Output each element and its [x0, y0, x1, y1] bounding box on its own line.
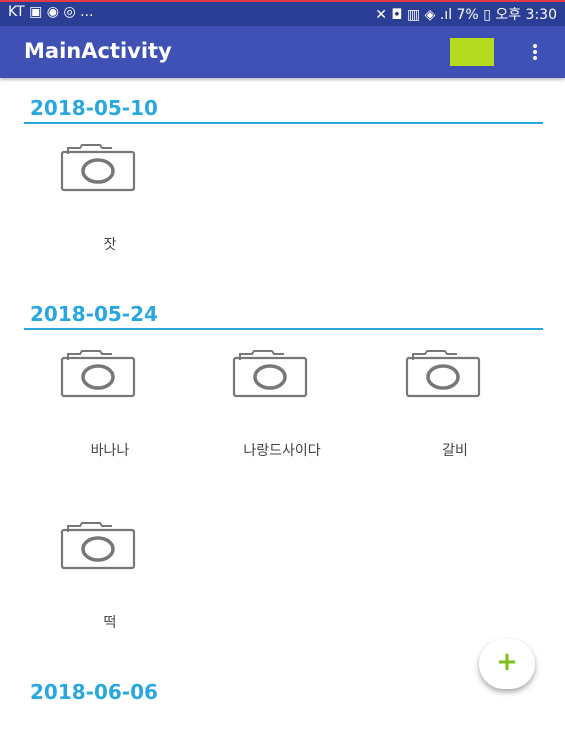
color-swatch[interactable]	[450, 38, 494, 66]
date-section: 2018-05-24 바나나 나랑드사이다 갈비 떡	[0, 300, 565, 675]
status-bar-accent-line	[0, 0, 565, 2]
date-section: 2018-06-06	[0, 678, 565, 706]
status-bar-left: KT ▣ ◉ ◎ ...	[8, 4, 94, 20]
content-list: 2018-05-10 잣 2018-05-24 바나나 나랑드사이다 갈비 떡 …	[0, 78, 565, 731]
section-date: 2018-06-06	[30, 680, 158, 704]
date-section: 2018-05-10 잣	[0, 94, 565, 304]
photo-label: 갈비	[442, 443, 468, 459]
photo-item[interactable]: 떡	[24, 502, 196, 682]
photo-label: 나랑드사이다	[243, 443, 321, 459]
camera-icon	[232, 350, 308, 398]
plus-icon: +	[496, 647, 518, 677]
app-bar: MainActivity	[0, 26, 565, 78]
app-title: MainActivity	[24, 39, 172, 63]
status-bar: KT ▣ ◉ ◎ ... ✕ ◘ ▥ ◈ .ıl 7% ▯ 오후 3:30	[0, 0, 565, 26]
section-date: 2018-05-10	[30, 96, 158, 120]
camera-icon	[60, 350, 136, 398]
camera-icon	[405, 350, 481, 398]
photo-item[interactable]: 갈비	[369, 330, 541, 510]
camera-icon	[60, 144, 136, 192]
add-fab-button[interactable]: +	[479, 639, 535, 689]
photo-label: 잣	[103, 237, 117, 253]
section-date: 2018-05-24	[30, 302, 158, 326]
status-bar-right: ✕ ◘ ▥ ◈ .ıl 7% ▯ 오후 3:30	[375, 7, 557, 23]
more-vertical-icon[interactable]	[523, 38, 547, 66]
camera-icon	[60, 522, 136, 570]
photo-item[interactable]: 나랑드사이다	[196, 330, 368, 510]
photo-item[interactable]: 바나나	[24, 330, 196, 510]
photo-item[interactable]: 잣	[24, 124, 196, 304]
photo-label: 바나나	[90, 443, 130, 459]
photo-label: 떡	[103, 615, 117, 631]
